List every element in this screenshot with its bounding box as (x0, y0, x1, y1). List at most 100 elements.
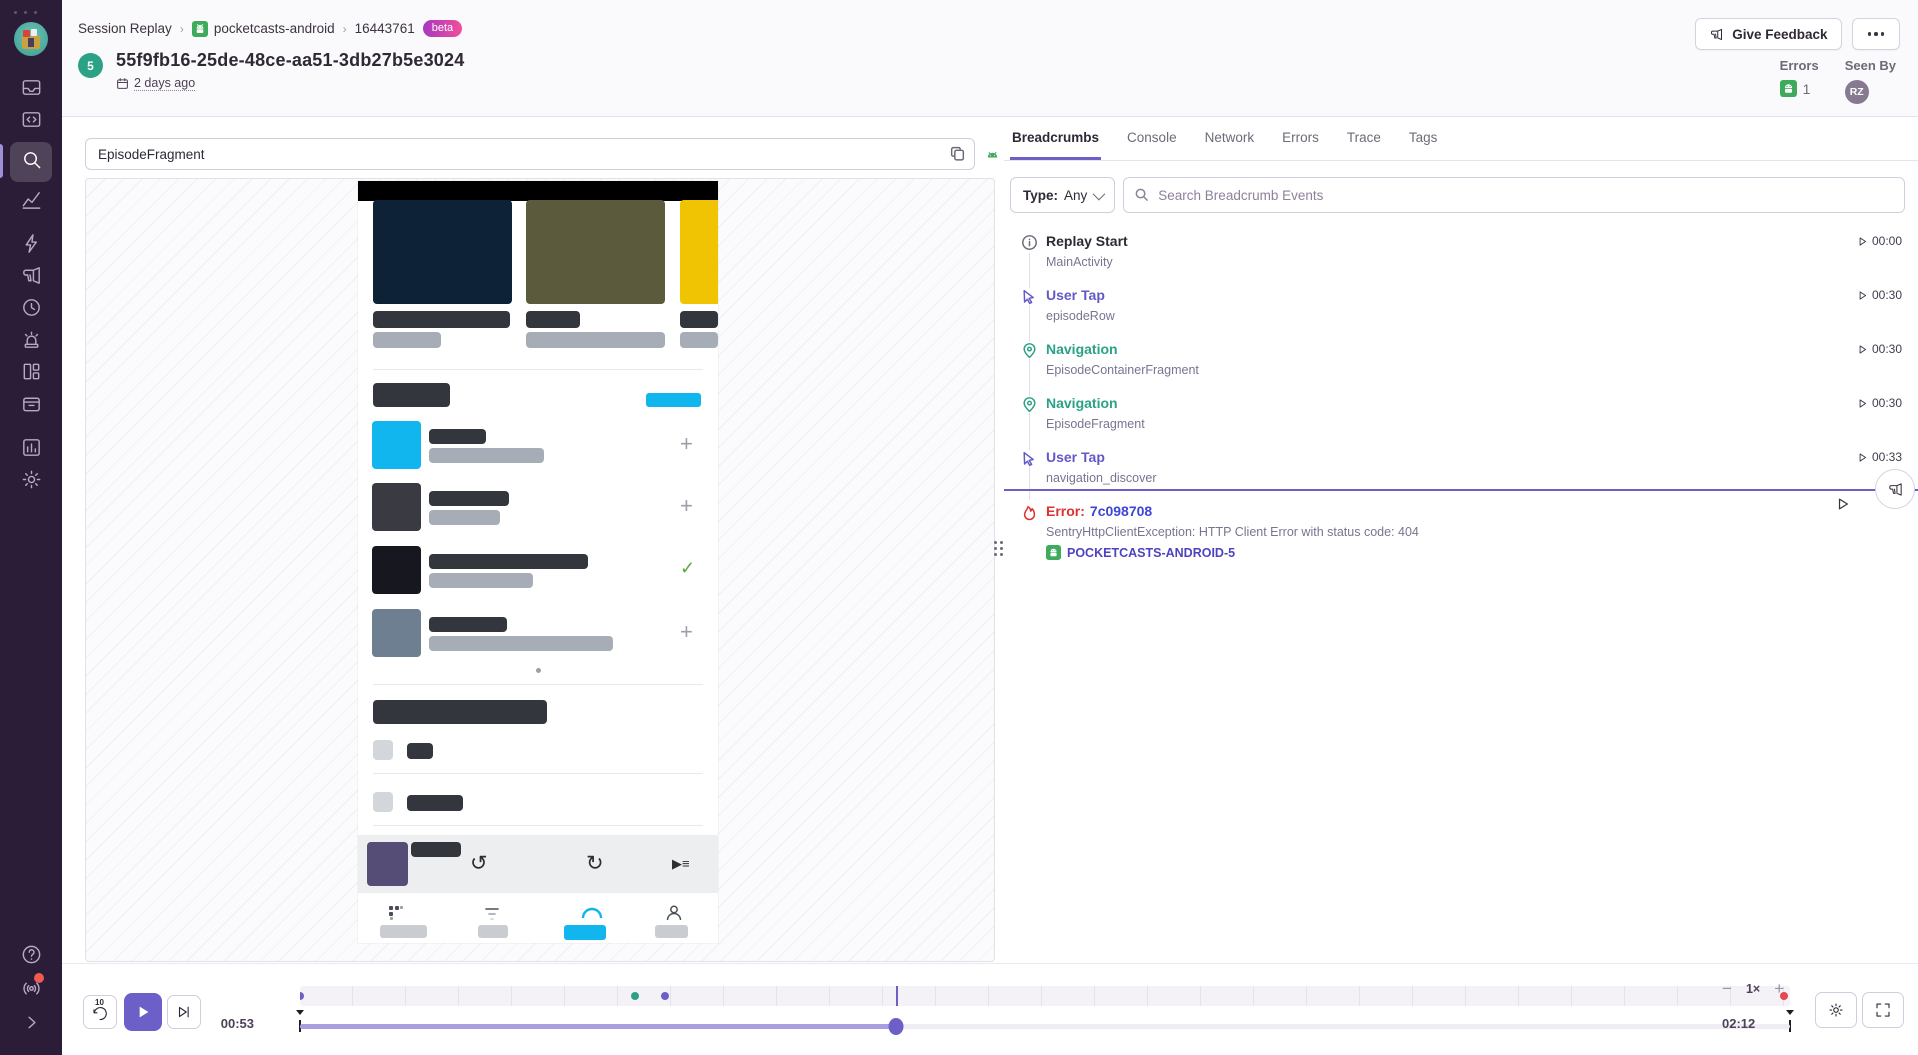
more-options-button[interactable] (1852, 18, 1901, 50)
copy-icon[interactable] (949, 145, 967, 163)
wireframe-text (429, 510, 500, 525)
sidebar-item-stats[interactable] (11, 434, 51, 466)
megaphone-icon (1887, 481, 1904, 498)
breadcrumb-event-row[interactable]: Replay Start MainActivity 00:00 (1004, 233, 1918, 283)
error-id-link[interactable]: 7c098708 (1090, 503, 1152, 519)
detail-tabs: Breadcrumbs Console Network Errors Trace… (1004, 117, 1918, 161)
give-feedback-button[interactable]: Give Feedback (1695, 18, 1841, 50)
breadcrumb-separator: › (180, 22, 184, 36)
sidebar-item-alerts[interactable] (11, 326, 51, 358)
wireframe-section-title (373, 383, 450, 407)
replay-settings-button[interactable] (1815, 992, 1857, 1028)
tab-breadcrumbs[interactable]: Breadcrumbs (1010, 117, 1101, 160)
event-timestamp-button[interactable]: 00:33 (1857, 450, 1902, 464)
replay-player-viewport[interactable]: + + ✓ + ↺ ↻ (85, 178, 995, 962)
sidebar-item-issues[interactable] (11, 74, 51, 106)
line-chart-icon (20, 188, 43, 216)
play-icon (1857, 236, 1868, 247)
timeline-scrubber-handle[interactable] (889, 1018, 904, 1035)
speed-increase-button[interactable]: + (1774, 980, 1784, 997)
filter-icon (484, 907, 500, 921)
timeline-end-marker (1786, 1010, 1794, 1015)
timeline-start-marker (296, 1010, 304, 1015)
breadcrumb-event-row[interactable]: Navigation EpisodeFragment 00:30 (1004, 395, 1918, 445)
location-pin-icon (1021, 396, 1038, 413)
sidebar-item-help[interactable] (11, 941, 51, 973)
type-filter-dropdown[interactable]: Type: Any (1010, 177, 1115, 213)
tab-trace[interactable]: Trace (1345, 117, 1383, 160)
panel-resize-handle[interactable] (994, 541, 1003, 556)
timeline-played-bar (300, 1024, 896, 1029)
sidebar-item-insights[interactable] (11, 186, 51, 218)
speed-decrease-button[interactable]: − (1722, 980, 1732, 997)
rewind-10-icon: 10 (95, 998, 104, 1007)
code-folder-icon (20, 108, 43, 136)
fire-icon (1021, 504, 1038, 521)
dashboards-icon (20, 360, 43, 388)
wireframe-text (526, 332, 665, 348)
sidebar-item-projects[interactable] (11, 106, 51, 138)
wireframe-text (680, 311, 718, 328)
sidebar-item-settings[interactable] (11, 466, 51, 498)
project-issue-link[interactable]: POCKETCASTS-ANDROID-5 (1046, 545, 1235, 560)
breadcrumb-project[interactable]: pocketcasts-android (192, 21, 335, 37)
org-avatar[interactable] (14, 22, 48, 56)
play-button[interactable] (124, 993, 162, 1031)
sidebar-item-releases[interactable] (11, 294, 51, 326)
timeline-scrubber-track[interactable] (300, 1024, 1790, 1029)
sidebar-item-dashboards[interactable] (11, 358, 51, 390)
sidebar-item-explore[interactable] (10, 142, 52, 182)
breadcrumb-session-replay[interactable]: Session Replay (78, 21, 172, 36)
wireframe-text (429, 617, 507, 632)
wireframe-divider (373, 684, 703, 685)
chevron-right-icon (20, 1011, 43, 1039)
seen-by-label: Seen By (1845, 58, 1896, 73)
replay-filter-input[interactable] (85, 138, 975, 170)
sidebar-item-performance[interactable] (11, 230, 51, 262)
current-time-label: 00:53 (210, 1016, 254, 1031)
feedback-float-button[interactable] (1875, 469, 1915, 509)
gear-icon (1827, 1001, 1845, 1019)
tab-tags[interactable]: Tags (1407, 117, 1440, 160)
issues-icon (20, 76, 43, 104)
wireframe-checkbox (373, 740, 393, 760)
rewind-10-button[interactable]: 10 (83, 995, 117, 1029)
ellipsis-icon (1868, 32, 1885, 36)
sidebar-collapse-toggle[interactable] (11, 1009, 51, 1041)
wireframe-card (680, 200, 718, 304)
wireframe-plus-icon: + (680, 621, 693, 643)
sidebar-item-discover-queries[interactable] (11, 390, 51, 422)
tab-console[interactable]: Console (1125, 117, 1179, 160)
wireframe-check-icon: ✓ (680, 559, 695, 577)
timeline-event-strip[interactable] (300, 986, 1790, 1006)
event-timestamp-button[interactable]: 00:00 (1857, 234, 1902, 248)
breadcrumb-error-row[interactable]: Error:7c098708 SentryHttpClientException… (1004, 503, 1918, 583)
play-queue-icon: ▶≡ (672, 857, 690, 870)
time-ago-link[interactable]: 2 days ago (134, 76, 195, 91)
event-timestamp-button[interactable]: 00:30 (1857, 342, 1902, 356)
tab-errors[interactable]: Errors (1280, 117, 1321, 160)
type-filter-value: Any (1064, 188, 1087, 203)
wireframe-badge (646, 393, 701, 407)
breadcrumb: Session Replay › pocketcasts-android › 1… (78, 20, 462, 37)
sidebar-item-whats-new[interactable] (11, 975, 51, 1007)
breadcrumb-search-input[interactable] (1123, 177, 1905, 213)
android-platform-icon (984, 146, 1001, 163)
session-replay-page: Session Replay › pocketcasts-android › 1… (0, 0, 1918, 1055)
skip-to-end-button[interactable] (167, 995, 201, 1029)
wireframe-tab-label-active (564, 925, 606, 940)
android-project-icon (192, 21, 208, 37)
tab-network[interactable]: Network (1203, 117, 1257, 160)
event-timestamp-button[interactable]: 00:30 (1857, 396, 1902, 410)
location-pin-icon (1021, 342, 1038, 359)
fullscreen-button[interactable] (1862, 992, 1904, 1028)
breadcrumb-event-row[interactable]: User Tap episodeRow 00:30 (1004, 287, 1918, 337)
breadcrumb-event-row[interactable]: Navigation EpisodeContainerFragment 00:3… (1004, 341, 1918, 391)
wireframe-text (680, 332, 718, 348)
timeline-event-marker (661, 992, 669, 1000)
breadcrumb-event-row[interactable]: User Tap navigation_discover 00:33 (1004, 449, 1918, 499)
sidebar-item-feedback[interactable] (11, 262, 51, 294)
event-description: EpisodeFragment (1046, 417, 1145, 431)
event-timestamp-button[interactable]: 00:30 (1857, 288, 1902, 302)
seen-by-avatar[interactable]: RZ (1845, 80, 1869, 104)
